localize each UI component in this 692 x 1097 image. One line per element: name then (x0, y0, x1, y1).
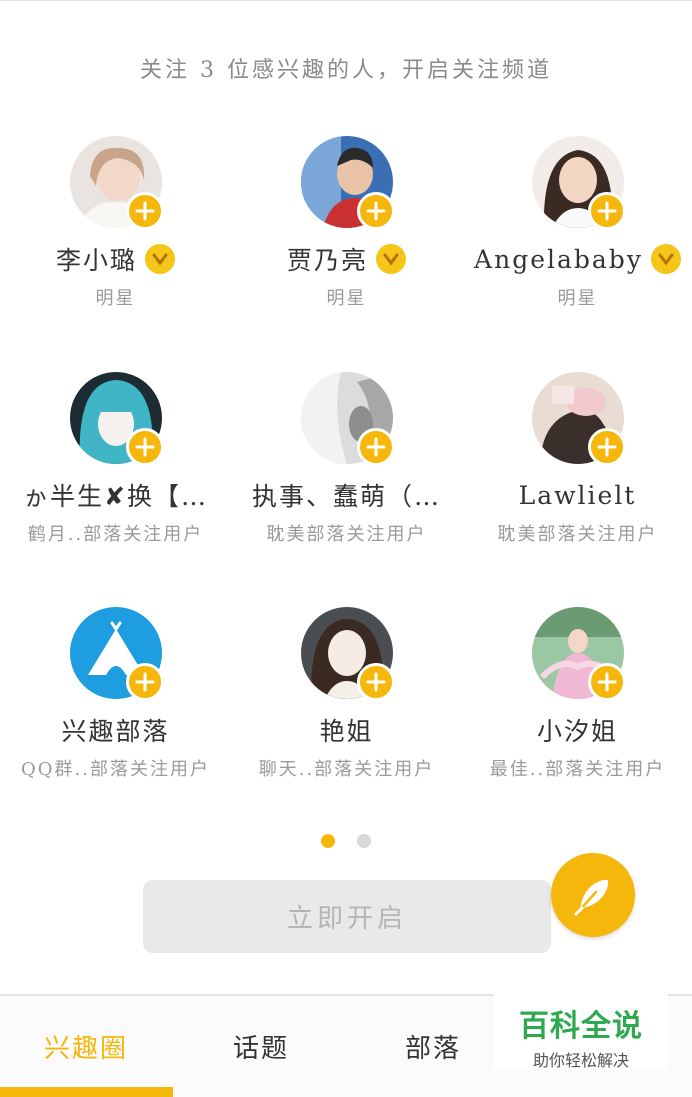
plus-icon (135, 672, 154, 692)
plus-icon (366, 201, 385, 221)
watermark-subtitle: 助你轻松解决 (532, 1051, 629, 1070)
page-indicator (0, 834, 692, 848)
follow-plus-button[interactable] (125, 428, 164, 466)
user-card[interactable]: 贾乃亮 明星 (231, 136, 462, 310)
user-subtitle: 最佳..部落关注用户 (489, 759, 666, 780)
avatar-container[interactable] (69, 136, 164, 230)
user-name: ゕ半生✘换【… (23, 482, 208, 511)
follow-plus-button[interactable] (125, 663, 164, 701)
follow-plus-button[interactable] (356, 192, 395, 230)
plus-icon (366, 437, 385, 457)
header-prompt: 关注 3 位感兴趣的人，开启关注频道 (140, 58, 552, 83)
plus-icon (366, 672, 385, 692)
user-subtitle: 聊天..部落关注用户 (258, 759, 435, 780)
user-card[interactable]: 小汐姐 最佳..部落关注用户 (462, 607, 692, 781)
plus-icon (597, 672, 616, 692)
tab-tribes[interactable]: 部落 (405, 1028, 461, 1065)
page-dot[interactable] (357, 834, 371, 848)
tab-topics[interactable]: 话题 (233, 1028, 289, 1065)
follow-plus-button[interactable] (125, 192, 164, 230)
user-name: 兴趣部落 (61, 717, 170, 746)
user-name: 李小璐 (55, 246, 137, 275)
user-card[interactable]: Lawlielt 耽美部落关注用户 (462, 372, 692, 546)
user-subtitle: QQ群..部落关注用户 (21, 759, 210, 780)
user-subtitle: 耽美部落关注用户 (266, 524, 427, 545)
user-subtitle: 耽美部落关注用户 (497, 524, 658, 545)
user-name: 贾乃亮 (286, 246, 368, 275)
plus-icon (597, 201, 616, 221)
feather-pen-icon (574, 879, 609, 916)
compose-button[interactable] (551, 853, 635, 937)
follow-plus-button[interactable] (587, 192, 626, 230)
avatar-container[interactable] (531, 136, 626, 230)
watermark-title: 百科全说 (519, 1009, 643, 1044)
user-name: Angelababy (474, 244, 643, 274)
user-name: 艳姐 (319, 717, 374, 746)
avatar-container[interactable] (300, 372, 395, 466)
user-card[interactable]: 李小璐 明星 (0, 136, 231, 310)
avatar-container[interactable] (531, 372, 626, 466)
avatar-container[interactable] (69, 372, 164, 466)
user-name: Lawlielt (518, 480, 637, 510)
user-subtitle: 鹤月..部落关注用户 (27, 524, 204, 545)
user-name: 小汐姐 (536, 717, 618, 746)
tab-interest-circle[interactable]: 兴趣圈 (44, 1028, 128, 1065)
verified-v-icon (650, 244, 681, 274)
user-card[interactable]: 艳姐 聊天..部落关注用户 (231, 607, 462, 781)
verified-v-icon (376, 244, 406, 274)
user-card[interactable]: ゕ半生✘换【… 鹤月..部落关注用户 (0, 372, 231, 546)
start-button[interactable]: 立即开启 (143, 880, 551, 953)
user-card[interactable]: 执事、蠢萌（… 耽美部落关注用户 (231, 372, 462, 546)
user-card[interactable]: Angelababy 明星 (462, 136, 692, 310)
verified-v-icon (145, 244, 175, 274)
user-subtitle: 明星 (326, 288, 367, 309)
follow-plus-button[interactable] (587, 663, 626, 701)
plus-icon (597, 437, 616, 457)
user-subtitle: 明星 (95, 288, 136, 309)
active-tab-indicator (0, 1087, 173, 1097)
plus-icon (135, 437, 154, 457)
top-divider (0, 0, 692, 1)
avatar-container[interactable] (300, 136, 395, 230)
follow-plus-button[interactable] (356, 428, 395, 466)
user-subtitle: 明星 (557, 288, 598, 309)
follow-plus-button[interactable] (587, 428, 626, 466)
user-card[interactable]: 兴趣部落 QQ群..部落关注用户 (0, 607, 231, 781)
follow-plus-button[interactable] (356, 663, 395, 701)
avatar-container[interactable] (531, 607, 626, 701)
page-dot-active[interactable] (321, 834, 335, 848)
avatar-container[interactable] (69, 607, 164, 701)
watermark: 百科全说 助你轻松解决 (494, 993, 668, 1070)
plus-icon (135, 201, 154, 221)
user-name: 执事、蠢萌（… (251, 482, 441, 511)
avatar-container[interactable] (300, 607, 395, 701)
